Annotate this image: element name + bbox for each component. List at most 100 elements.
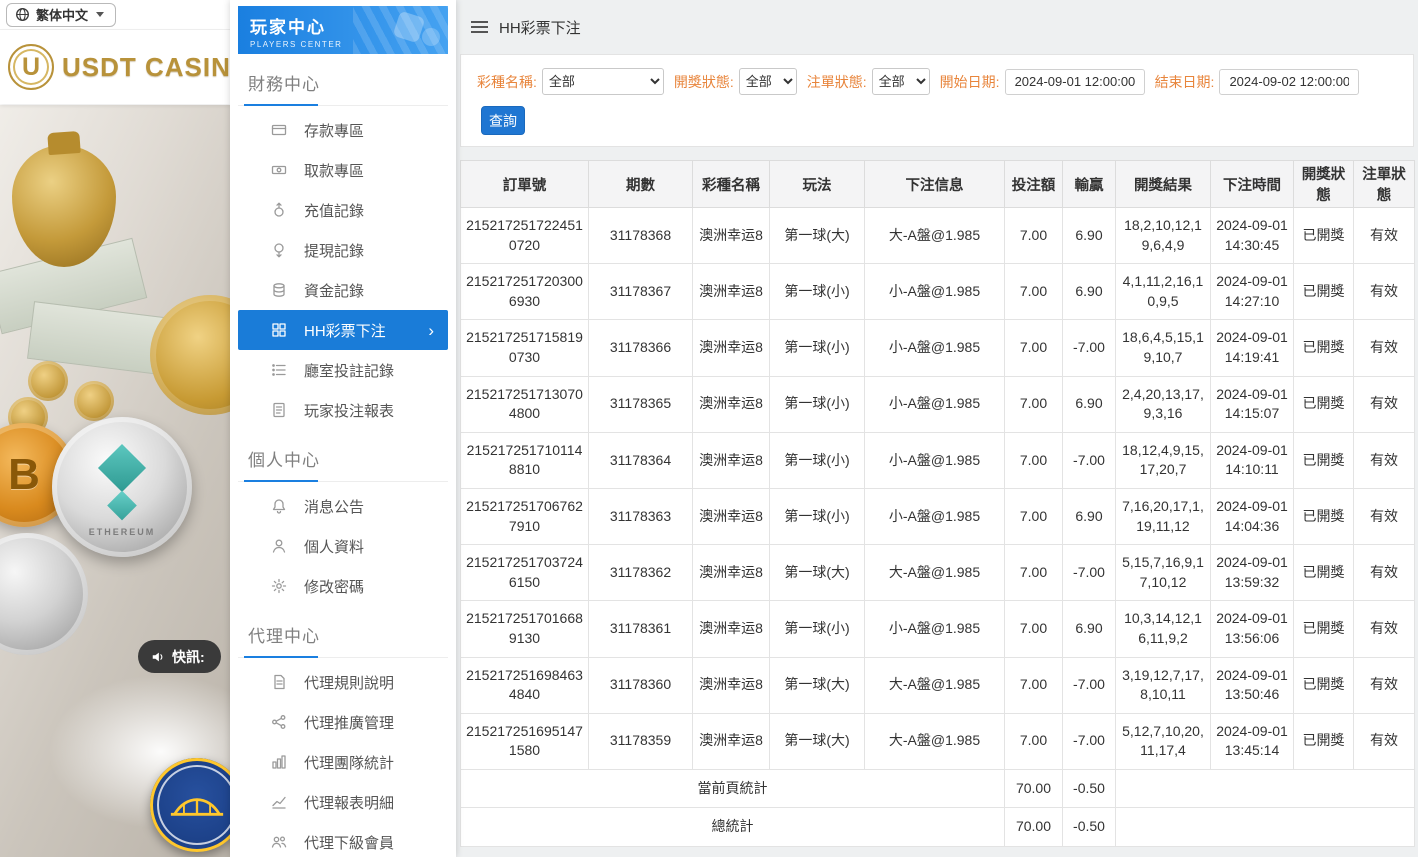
cell-draw-status: 已開獎 <box>1293 544 1354 602</box>
sidebar-item-player-bet-report[interactable]: 玩家投注報表 <box>238 390 448 430</box>
cell-play: 第一球(小) <box>769 375 865 433</box>
column-header: 注單狀態 <box>1353 160 1415 208</box>
cell-win-loss: 6.90 <box>1062 600 1116 658</box>
sidebar-section-title: 代理中心 <box>238 606 448 658</box>
main-content: HH彩票下注 彩種名稱: 全部 開獎狀態: 全部 注單狀態: 全部 開始日期: <box>456 0 1418 857</box>
ethereum-coin-label: ETHEREUM <box>88 527 156 537</box>
sidebar-item-withdraw[interactable]: 取款專區 <box>238 150 448 190</box>
cell-period: 31178360 <box>588 656 693 714</box>
sidebar-item-label: 代理報表明細 <box>304 794 395 812</box>
end-date-input[interactable] <box>1219 68 1360 95</box>
cell-draw-status: 已開獎 <box>1293 600 1354 658</box>
cell-lottery: 澳洲幸运8 <box>692 487 770 546</box>
sidebar-item-hall-bet-records[interactable]: 廳室投註記錄 <box>238 350 448 390</box>
sidebar-item-deposit[interactable]: 存款專區 <box>238 110 448 150</box>
cell-bet-info: 小-A盤@1.985 <box>864 600 1005 658</box>
table-row: 2152172517037246150 31178362 澳洲幸运8 第一球(大) 大-… <box>460 544 1415 602</box>
table-footer: 當前頁統計 70.00 -0.50 總統計 70.00 -0.50 <box>460 768 1415 848</box>
cell-result: 5,12,7,10,20,11,17,4 <box>1115 712 1211 770</box>
sidebar-item-profile[interactable]: 個人資料 <box>238 526 448 566</box>
language-selector[interactable]: 繁体中文 <box>6 2 116 27</box>
sidebar-item-label: 代理下級會員 <box>304 834 395 852</box>
cell-order-no: 2152172517224510720 <box>460 206 589 265</box>
lottery-name-select[interactable]: 全部 <box>541 68 664 95</box>
bets-table-panel: 訂單號 期數 彩種名稱 玩法 下注信息 投注額 輸贏 開獎結果 下注時間 開獎狀態 注單狀態 215… <box>460 160 1415 848</box>
user-icon <box>270 538 287 555</box>
column-header: 輸贏 <box>1062 160 1116 208</box>
sidebar-item-funds-records[interactable]: 資金記錄 <box>238 270 448 310</box>
column-header: 下注時間 <box>1210 160 1294 208</box>
table-row: 2152172517016689130 31178361 澳洲幸运8 第一球(小) 小-… <box>460 600 1415 658</box>
cell-order-status: 有效 <box>1353 375 1415 433</box>
sidebar-item-label: 資金記錄 <box>304 282 365 300</box>
ethereum-logo-icon <box>107 490 137 521</box>
cell-draw-status: 已開獎 <box>1293 375 1354 433</box>
sidebar-item-label: 取款專區 <box>304 162 365 180</box>
cell-lottery: 澳洲幸运8 <box>692 600 770 658</box>
cell-bet-info: 小-A盤@1.985 <box>864 375 1005 433</box>
sidebar-item-agent-rules[interactable]: 代理規則說明 <box>238 662 448 702</box>
column-header: 投注額 <box>1004 160 1063 208</box>
bets-table: 訂單號 期數 彩種名稱 玩法 下注信息 投注額 輸贏 開獎結果 下注時間 開獎狀態 注單狀態 215… <box>460 160 1415 848</box>
cell-draw-status: 已開獎 <box>1293 487 1354 546</box>
filter-label: 彩種名稱: <box>477 73 537 90</box>
deposit-card-icon <box>270 122 287 139</box>
column-header: 下注信息 <box>864 160 1005 208</box>
filter-draw-status: 開獎狀態: 全部 <box>664 68 797 95</box>
share-icon <box>270 714 287 731</box>
cell-lottery: 澳洲幸运8 <box>692 319 770 377</box>
gold-coin-image <box>150 295 230 415</box>
sidebar-item-hh-lottery-bets[interactable]: HH彩票下注 › <box>238 310 448 350</box>
cell-result: 5,15,7,16,9,17,10,12 <box>1115 544 1211 602</box>
cell-order-no: 2152172517203006930 <box>460 263 589 321</box>
sidebar-item-agent-promotion[interactable]: 代理推廣管理 <box>238 702 448 742</box>
cell-play: 第一球(小) <box>769 487 865 546</box>
cell-order-status: 有效 <box>1353 544 1415 602</box>
sidebar-item-label: 玩家投注報表 <box>304 402 395 420</box>
cell-period: 31178367 <box>588 263 693 321</box>
table-row: 2152172517158190730 31178366 澳洲幸运8 第一球(小) 小-… <box>460 319 1415 377</box>
brand-logo-icon: U <box>8 44 54 90</box>
cell-period: 31178363 <box>588 487 693 546</box>
draw-status-select[interactable]: 全部 <box>738 68 797 95</box>
cell-order-no: 2152172517067627910 <box>460 487 589 546</box>
bridge-icon <box>170 798 224 816</box>
cell-lottery: 澳洲幸运8 <box>692 206 770 265</box>
silver-coin-image <box>0 533 88 655</box>
cell-bet-info: 大-A盤@1.985 <box>864 656 1005 714</box>
ethereum-logo-icon <box>97 443 147 493</box>
cell-period: 31178365 <box>588 375 693 433</box>
filter-start-date: 開始日期: <box>930 68 1145 95</box>
column-header: 開獎狀態 <box>1293 160 1354 208</box>
column-header: 彩種名稱 <box>692 160 770 208</box>
sidebar-item-agent-report-detail[interactable]: 代理報表明細 <box>238 782 448 822</box>
sidebar-item-agent-sub-members[interactable]: 代理下級會員 <box>238 822 448 857</box>
sidebar-item-label: 提現記錄 <box>304 242 365 260</box>
search-button[interactable]: 查詢 <box>481 106 525 135</box>
sidebar-item-change-password[interactable]: 修改密碼 <box>238 566 448 606</box>
cell-period: 31178368 <box>588 206 693 265</box>
cell-period: 31178366 <box>588 319 693 377</box>
sidebar-item-announcements[interactable]: 消息公告 <box>238 486 448 526</box>
cell-win-loss: -7.00 <box>1062 712 1116 770</box>
player-report-icon <box>270 402 287 419</box>
globe-icon <box>15 7 30 22</box>
cell-win-loss: 6.90 <box>1062 375 1116 433</box>
cell-order-no: 2152172516951471580 <box>460 712 589 770</box>
sidebar-item-recharge-records[interactable]: 充值記錄 <box>238 190 448 230</box>
sidebar-item-agent-team-stats[interactable]: 代理團隊統計 <box>238 742 448 782</box>
cell-bet-time: 2024-09-01 14:19:41 <box>1210 319 1294 377</box>
cell-result: 3,19,12,7,17,8,10,11 <box>1115 656 1211 714</box>
start-date-input[interactable] <box>1004 68 1145 95</box>
sidebar-item-withdrawal-records[interactable]: 提現記錄 <box>238 230 448 270</box>
funds-record-icon <box>270 282 287 299</box>
order-status-select[interactable]: 全部 <box>871 68 930 95</box>
cell-lottery: 澳洲幸运8 <box>692 544 770 602</box>
cell-result: 10,3,14,12,16,11,9,2 <box>1115 600 1211 658</box>
filter-label: 開始日期: <box>939 73 1000 90</box>
cell-bet-time: 2024-09-01 14:04:36 <box>1210 487 1294 546</box>
table-row: 2152172517224510720 31178368 澳洲幸运8 第一球(大) 大-… <box>460 206 1415 265</box>
news-ticker-button[interactable]: 快訊: <box>138 640 221 673</box>
menu-toggle-icon[interactable] <box>471 21 488 33</box>
filter-panel: 彩種名稱: 全部 開獎狀態: 全部 注單狀態: 全部 開始日期: 結束日期: <box>460 54 1414 147</box>
